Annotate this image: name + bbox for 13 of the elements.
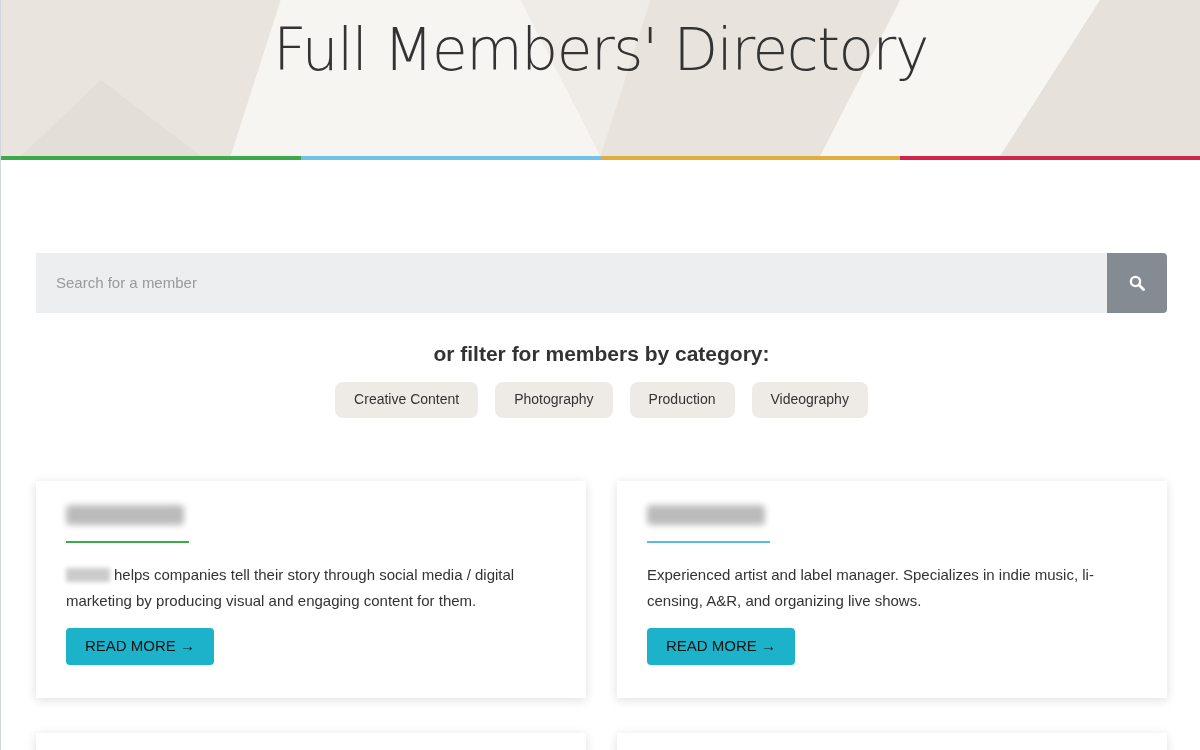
search-field[interactable]: Search for a member <box>36 253 1107 313</box>
category-filter-button[interactable]: Production <box>629 381 735 418</box>
category-filter-button[interactable]: Photography <box>495 381 613 418</box>
search-icon <box>1129 275 1145 291</box>
member-description: Experienced artist and label manager. Specializes in indie music, li-censing, A&R, and organizing live shows. <box>647 564 1095 611</box>
category-filter-button[interactable]: Creative Content <box>335 381 479 418</box>
member-description: helps companies tell their story through social media / digital marketing by producing visual and engaging content for them. <box>66 564 516 611</box>
category-filter-button[interactable]: Videography <box>751 381 868 418</box>
read-more-button[interactable]: READ MORE → <box>66 627 214 665</box>
filter-heading: or filter for members by category: <box>432 341 771 367</box>
read-more-button[interactable]: READ MORE → <box>647 627 795 665</box>
page-title: Full Members' Directory <box>273 15 928 86</box>
search-button[interactable] <box>1107 253 1167 313</box>
